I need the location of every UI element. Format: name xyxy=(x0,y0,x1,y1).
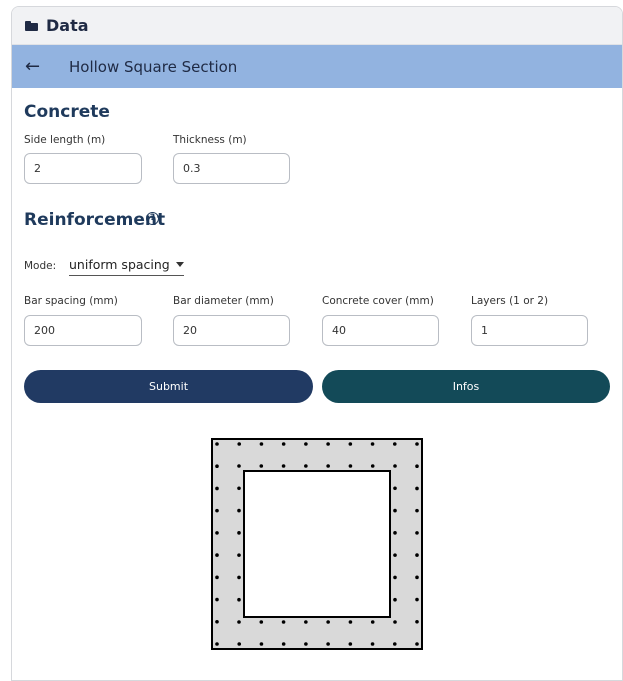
thickness-input[interactable] xyxy=(173,153,290,184)
layers-input[interactable] xyxy=(471,315,588,346)
rebar-dot xyxy=(259,442,264,446)
rebar-dot xyxy=(415,619,419,624)
rebar-dot xyxy=(393,597,397,602)
bar-diameter-input[interactable] xyxy=(173,315,290,346)
rebar-dot xyxy=(326,620,330,624)
rebar-dot xyxy=(415,597,419,602)
thickness-label: Thickness (m) xyxy=(173,134,247,146)
folder-icon xyxy=(25,20,38,31)
rebar-dot xyxy=(304,642,308,646)
rebar-dot xyxy=(415,442,419,446)
rebar-dot xyxy=(348,464,353,468)
layers-label: Layers (1 or 2) xyxy=(471,295,549,307)
rebar-dot xyxy=(415,508,419,513)
rebar-dot xyxy=(237,620,241,624)
rebar-dot xyxy=(215,442,219,446)
rebar-dot xyxy=(393,464,397,468)
rebar-dot xyxy=(415,575,419,580)
rebar-dot xyxy=(237,486,241,491)
rebar-dot xyxy=(237,597,241,602)
rebar-dot xyxy=(215,508,219,513)
arrow-left-icon[interactable]: ← xyxy=(25,56,45,77)
rebar-dot xyxy=(392,642,397,646)
side-length-input[interactable] xyxy=(24,153,142,184)
concrete-cover-input[interactable] xyxy=(322,315,439,346)
rebar-dot xyxy=(348,442,353,446)
rebar-dot xyxy=(370,442,375,446)
rebar-dot xyxy=(370,464,375,468)
rebar-dot xyxy=(215,642,219,646)
rebar-dot xyxy=(393,620,397,624)
rebar-dot xyxy=(259,464,264,468)
rebar-dot xyxy=(393,575,397,580)
card-header: Data xyxy=(12,7,622,45)
rebar-dot xyxy=(215,619,219,624)
nav-bar: ← Hollow Square Section xyxy=(12,45,622,88)
card-title: Data xyxy=(46,16,89,35)
rebar-dot xyxy=(215,464,219,469)
rebar-dot xyxy=(215,597,219,602)
submit-button[interactable]: Submit xyxy=(24,370,313,403)
rebar-dot xyxy=(392,442,397,446)
rebar-dot xyxy=(215,531,219,535)
rebar-dot xyxy=(215,575,219,580)
rebar-dot xyxy=(304,442,308,446)
concrete-title: Concrete xyxy=(24,102,110,122)
rebar-dot xyxy=(415,553,419,557)
reinforcement-title: Reinforcement xyxy=(24,210,166,230)
rebar-dot xyxy=(370,642,375,646)
rebar-dot xyxy=(215,553,219,557)
rebar-dot xyxy=(237,508,241,513)
bar-spacing-input[interactable] xyxy=(24,315,142,346)
concrete-cover-label: Concrete cover (mm) xyxy=(322,295,434,307)
nav-title: Hollow Square Section xyxy=(69,57,238,76)
rebar-dot xyxy=(281,620,286,624)
rebar-dot xyxy=(415,486,419,491)
inner-void xyxy=(243,470,391,618)
rebar-dot xyxy=(259,642,264,646)
rebar-dot xyxy=(348,620,353,624)
rebar-dot xyxy=(393,553,397,557)
rebar-dot xyxy=(281,642,286,646)
mode-label: Mode: xyxy=(24,260,57,272)
rebar-dot xyxy=(237,464,241,468)
rebar-dot xyxy=(415,642,419,646)
rebar-dot xyxy=(393,508,397,513)
caret-down-icon xyxy=(175,262,184,267)
rebar-dot xyxy=(415,531,419,535)
rebar-dot xyxy=(281,464,286,468)
rebar-dot xyxy=(326,442,330,446)
side-length-label: Side length (m) xyxy=(24,134,106,146)
mode-selected-value: uniform spacing xyxy=(69,257,170,272)
rebar-dot xyxy=(281,442,286,446)
rebar-dot xyxy=(415,464,419,469)
rebar-dot xyxy=(326,642,330,646)
rebar-dot xyxy=(348,642,353,646)
infos-button[interactable]: Infos xyxy=(322,370,610,403)
rebar-dot xyxy=(259,620,264,624)
hollow-section-drawing xyxy=(211,438,423,650)
rebar-dot xyxy=(393,531,397,535)
rebar-dot xyxy=(237,553,241,557)
rebar-dot xyxy=(393,486,397,491)
rebar-dot xyxy=(237,442,242,446)
rebar-dot xyxy=(304,620,308,624)
rebar-dot xyxy=(237,642,242,646)
question-circle-icon[interactable]: ? xyxy=(146,212,159,225)
mode-select[interactable]: uniform spacing xyxy=(69,257,184,276)
rebar-dot xyxy=(237,531,241,535)
rebar-dot xyxy=(304,464,308,468)
rebar-dot xyxy=(237,575,241,580)
bar-diameter-label: Bar diameter (mm) xyxy=(173,295,274,307)
rebar-dot xyxy=(215,486,219,491)
rebar-dot xyxy=(326,464,330,468)
bar-spacing-label: Bar spacing (mm) xyxy=(24,295,118,307)
rebar-dot xyxy=(370,620,375,624)
